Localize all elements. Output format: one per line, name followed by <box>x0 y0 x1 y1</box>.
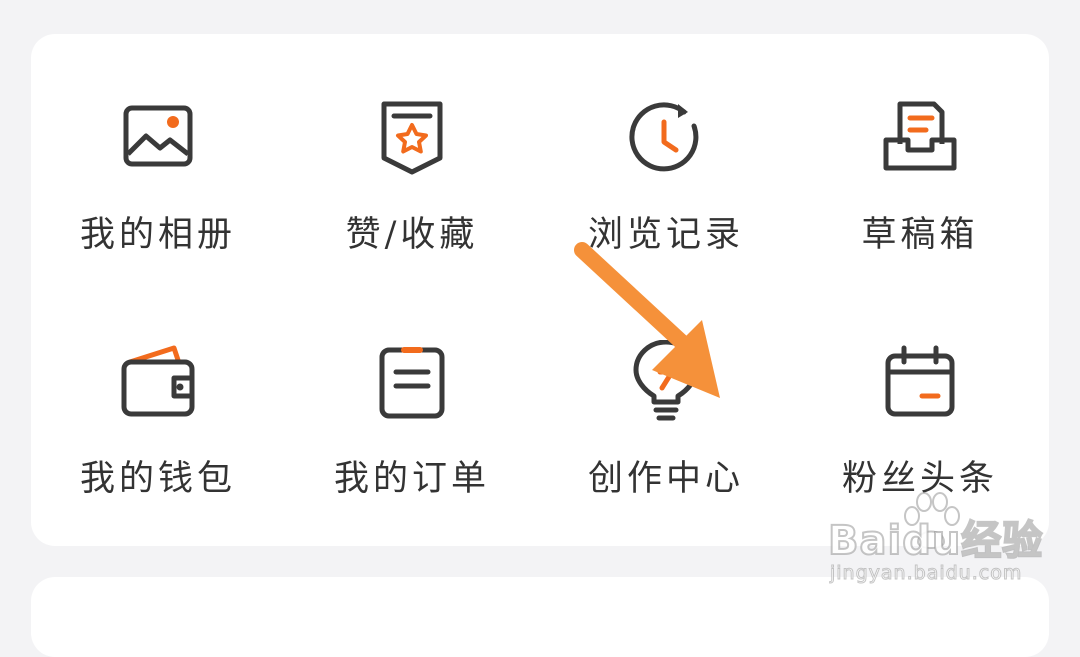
calendar-icon <box>878 340 962 424</box>
menu-item-browsing-history[interactable]: 浏览记录 <box>539 34 793 284</box>
menu-item-my-wallet[interactable]: 我的钱包 <box>31 278 285 528</box>
menu-card: 我的相册 赞/收藏 浏览记录 草稿箱 我的钱包 我的订单 创作中心 粉丝头条 <box>31 34 1049 546</box>
menu-item-label: 创作中心 <box>587 459 744 499</box>
favorite-star-icon <box>370 96 454 180</box>
menu-item-label: 浏览记录 <box>587 215 744 255</box>
menu-item-label: 草稿箱 <box>861 215 979 255</box>
menu-item-my-album[interactable]: 我的相册 <box>31 34 285 284</box>
drafts-tray-icon <box>878 96 962 180</box>
menu-item-label: 粉丝头条 <box>841 459 998 499</box>
menu-item-label: 我的相册 <box>79 215 236 255</box>
menu-item-label: 赞/收藏 <box>345 215 479 255</box>
menu-item-label: 我的钱包 <box>79 459 236 499</box>
orders-clipboard-icon <box>370 340 454 424</box>
secondary-card <box>31 577 1049 657</box>
wallet-icon <box>116 340 200 424</box>
creation-lightbulb-icon <box>624 340 708 424</box>
menu-item-label: 我的订单 <box>333 459 490 499</box>
menu-item-fans-headline[interactable]: 粉丝头条 <box>793 278 1047 528</box>
menu-item-creation-center[interactable]: 创作中心 <box>539 278 793 528</box>
photo-album-icon <box>116 96 200 180</box>
history-clock-icon <box>624 96 708 180</box>
menu-item-drafts[interactable]: 草稿箱 <box>793 34 1047 284</box>
menu-item-likes-favorites[interactable]: 赞/收藏 <box>285 34 539 284</box>
menu-grid: 我的相册 赞/收藏 浏览记录 草稿箱 我的钱包 我的订单 创作中心 粉丝头条 <box>31 34 1049 546</box>
menu-item-my-orders[interactable]: 我的订单 <box>285 278 539 528</box>
